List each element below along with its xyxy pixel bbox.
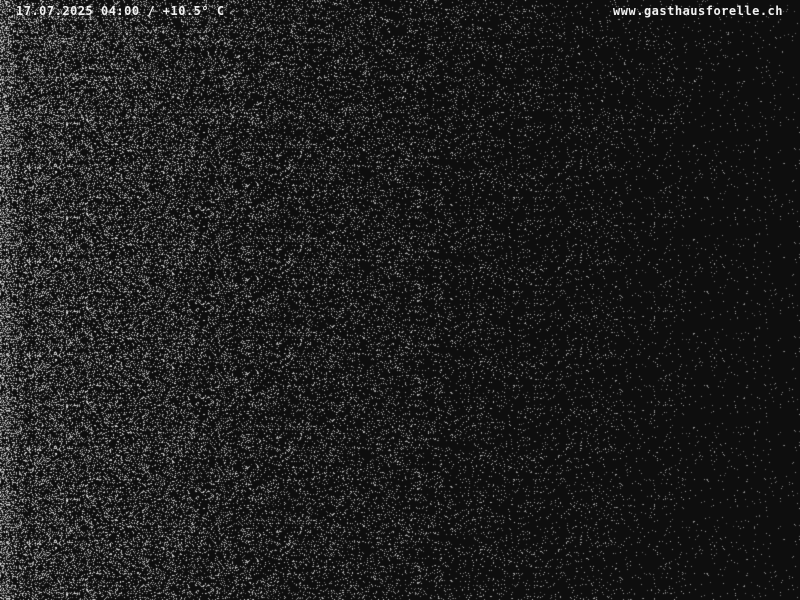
webcam-image: 17.07.2025 04:00 / +10.5° C www.gasthaus… bbox=[0, 0, 800, 600]
night-noise-image bbox=[0, 0, 800, 600]
website-watermark: www.gasthausforelle.ch bbox=[613, 4, 783, 18]
timestamp-temperature-overlay: 17.07.2025 04:00 / +10.5° C bbox=[16, 4, 225, 18]
